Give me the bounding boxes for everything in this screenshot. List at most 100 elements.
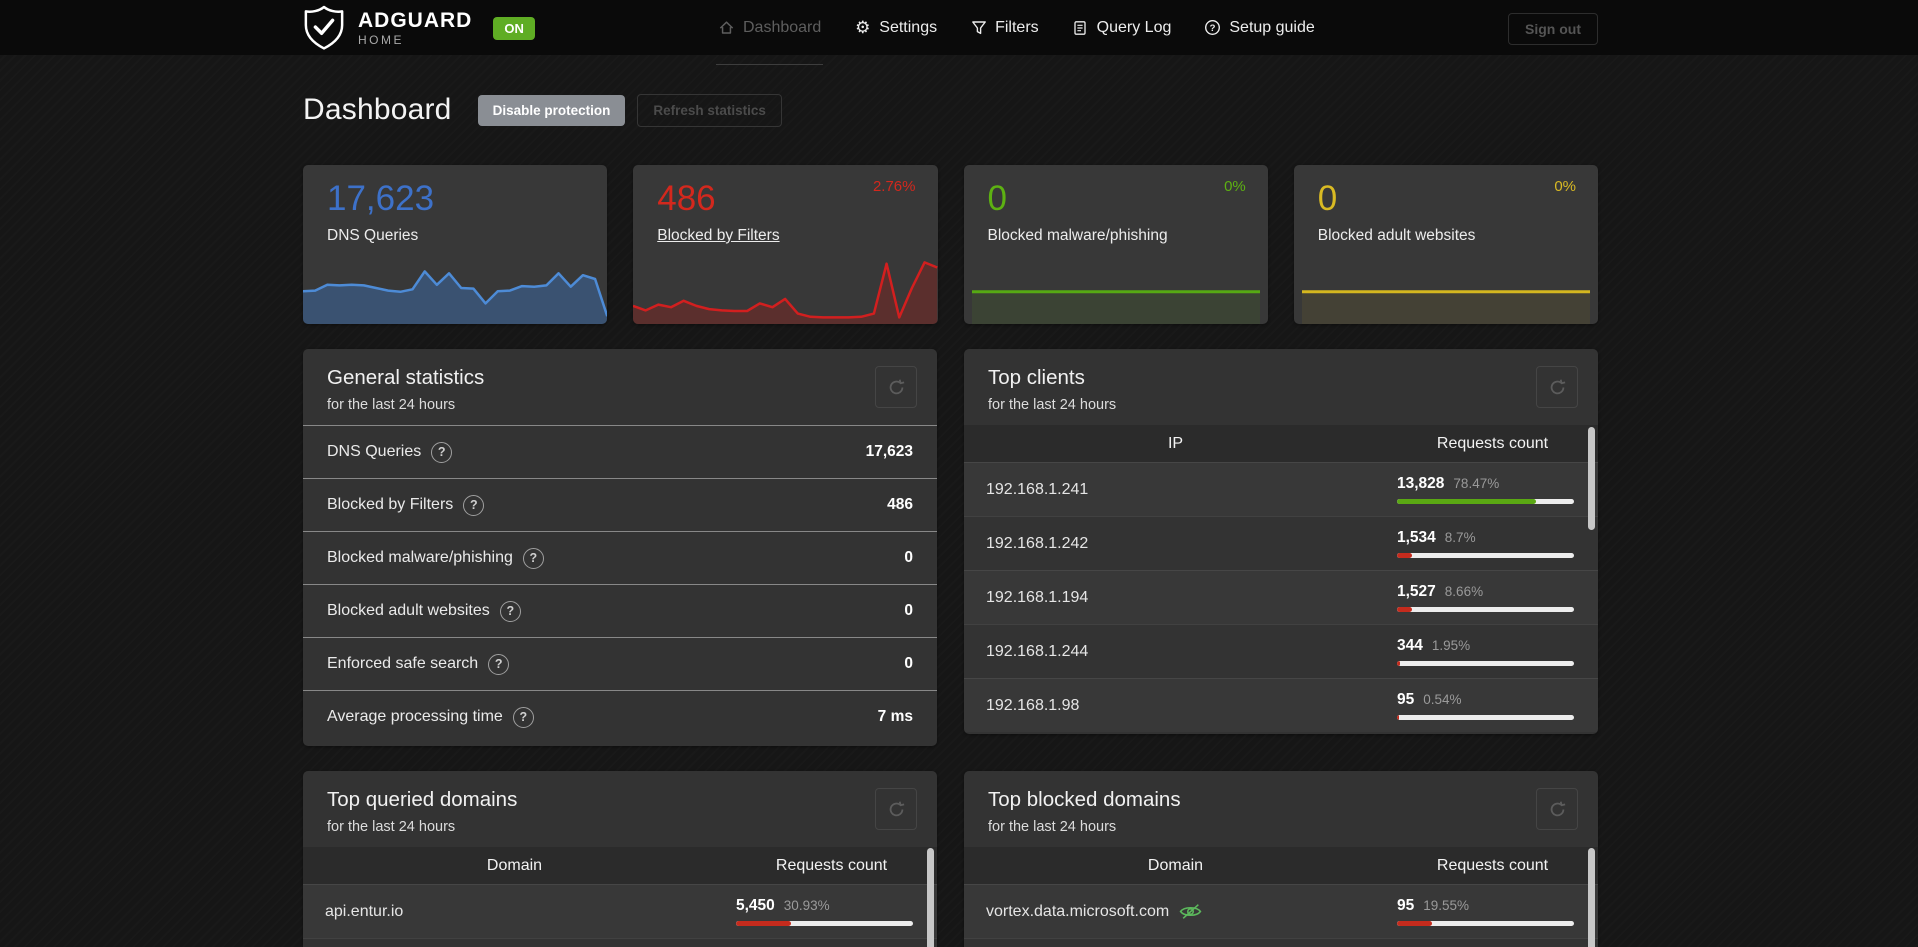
main-nav: Dashboard ⚙ Settings Filters Query Log ?… <box>715 0 1315 65</box>
disable-protection-button[interactable]: Disable protection <box>477 94 626 126</box>
column-header-requests: Requests count <box>775 856 888 874</box>
panel-title: General statistics <box>327 366 485 389</box>
top-navbar: ADGUARD HOME ON Dashboard ⚙ Settings Fil… <box>0 0 1918 65</box>
stat-value: 486 <box>887 496 913 513</box>
home-icon <box>718 19 735 36</box>
client-ip[interactable]: 192.168.1.242 <box>964 535 1387 553</box>
scrollbar-thumb[interactable] <box>927 848 934 947</box>
stat-row: Enforced safe search? 0 <box>303 637 937 690</box>
panel-title: Top queried domains <box>327 788 518 811</box>
refresh-panel-button[interactable] <box>875 366 917 408</box>
help-icon[interactable]: ? <box>463 494 485 516</box>
card-value: 0 <box>987 179 1007 218</box>
help-icon[interactable]: ? <box>499 600 521 622</box>
queried-domain[interactable]: api.entur.io <box>303 903 726 921</box>
blocked-domain[interactable]: vortex.data.microsoft.com <box>986 903 1169 921</box>
gear-icon: ⚙ <box>855 18 871 37</box>
eye-off-icon <box>1179 904 1202 919</box>
stat-label: Blocked by Filters <box>327 496 454 513</box>
client-ip[interactable]: 192.168.1.241 <box>964 481 1387 499</box>
nav-label: Setup guide <box>1229 18 1315 36</box>
progress-bar <box>736 921 913 926</box>
stat-label: DNS Queries <box>327 443 422 460</box>
stat-label: Blocked malware/phishing <box>327 549 513 566</box>
sign-out-button[interactable]: Sign out <box>1508 13 1598 45</box>
top-blocked-table: vortex.data.microsoft.com 95 19.55% <box>964 884 1598 947</box>
adguard-home-dashboard: ADGUARD HOME ON Dashboard ⚙ Settings Fil… <box>0 0 1918 947</box>
nav-item-setup-guide[interactable]: ? Setup guide <box>1204 0 1315 55</box>
refresh-panel-button[interactable] <box>1536 788 1578 830</box>
card-value: 17,623 <box>327 179 435 218</box>
general-statistics-rows: DNS Queries? 17,623 Blocked by Filters? … <box>303 425 937 743</box>
stat-value: 7 ms <box>877 708 913 725</box>
table-row-partial <box>964 938 1598 947</box>
nav-label: Filters <box>995 18 1039 36</box>
column-header-requests: Requests count <box>1436 434 1549 452</box>
request-count: 13,828 <box>1397 475 1445 492</box>
table-header: Domain Requests count <box>303 847 937 884</box>
help-icon[interactable]: ? <box>431 441 453 463</box>
nav-item-settings[interactable]: ⚙ Settings <box>854 0 937 55</box>
question-circle-icon: ? <box>1204 19 1221 36</box>
nav-item-query-log[interactable]: Query Log <box>1072 0 1171 55</box>
help-icon[interactable]: ? <box>488 653 510 675</box>
request-percent: 19.55% <box>1423 898 1470 913</box>
stat-value: 0 <box>904 602 913 619</box>
scrollbar-thumb[interactable] <box>1588 848 1595 947</box>
refresh-icon <box>1550 800 1565 816</box>
client-ip[interactable]: 192.168.1.194 <box>964 589 1387 607</box>
card-percent: 0% <box>1224 178 1246 195</box>
column-header-domain: Domain <box>1147 856 1204 874</box>
document-icon <box>1072 19 1089 36</box>
refresh-panel-button[interactable] <box>1536 366 1578 408</box>
table-row-partial <box>303 938 937 947</box>
stat-value: 0 <box>904 549 913 566</box>
svg-text:?: ? <box>1210 23 1216 34</box>
blocked-filters-sparkline <box>633 250 938 324</box>
card-blocked-by-filters: 486 Blocked by Filters 2.76% <box>633 165 938 324</box>
nav-item-filters[interactable]: Filters <box>970 0 1039 55</box>
blocked-by-filters-link[interactable]: Blocked by Filters <box>657 227 779 245</box>
brand-name: ADGUARD <box>358 9 473 32</box>
card-percent: 0% <box>1554 178 1576 195</box>
panel-title: Top blocked domains <box>988 788 1181 811</box>
panel-title: Top clients <box>988 366 1085 389</box>
stat-row: Blocked malware/phishing? 0 <box>303 531 937 584</box>
client-ip[interactable]: 192.168.1.244 <box>964 643 1387 661</box>
request-count: 1,534 <box>1397 529 1436 546</box>
progress-bar <box>1397 921 1574 926</box>
table-row: 192.168.1.98 95 0.54% <box>964 678 1598 732</box>
general-statistics-panel: General statistics for the last 24 hours… <box>303 349 937 746</box>
stat-value: 0 <box>904 655 913 672</box>
client-ip[interactable]: 192.168.1.98 <box>964 697 1387 715</box>
table-row: 192.168.1.242 1,534 8.7% <box>964 516 1598 570</box>
request-percent: 0.54% <box>1423 692 1462 707</box>
panel-subtitle: for the last 24 hours <box>327 819 456 835</box>
top-queried-domains-panel: Top queried domains for the last 24 hour… <box>303 771 937 947</box>
request-percent: 78.47% <box>1453 476 1500 491</box>
top-clients-table: 192.168.1.241 13,828 78.47% 192.168.1.242… <box>964 462 1598 732</box>
request-count: 95 <box>1397 897 1415 914</box>
stat-row: Blocked adult websites? 0 <box>303 584 937 637</box>
scrollbar-thumb[interactable] <box>1588 427 1595 530</box>
nav-item-dashboard[interactable]: Dashboard <box>715 0 824 65</box>
adguard-logo[interactable]: ADGUARD HOME ON <box>303 5 535 51</box>
table-row: api.entur.io 5,450 30.93% <box>303 884 937 938</box>
help-icon[interactable]: ? <box>522 547 544 569</box>
blocked-adult-sparkline <box>1301 250 1590 324</box>
funnel-icon <box>970 19 987 36</box>
refresh-panel-button[interactable] <box>875 788 917 830</box>
progress-bar <box>1397 607 1574 612</box>
page-title: Dashboard <box>303 93 452 126</box>
request-percent: 30.93% <box>783 898 830 913</box>
brand-sub: HOME <box>358 33 404 47</box>
request-percent: 1.95% <box>1431 638 1471 653</box>
column-header-ip: IP <box>1167 434 1184 452</box>
stat-row: Blocked by Filters? 486 <box>303 478 937 531</box>
panel-subtitle: for the last 24 hours <box>988 819 1117 835</box>
table-header: Domain Requests count <box>964 847 1598 884</box>
refresh-statistics-button[interactable]: Refresh statistics <box>637 93 782 127</box>
card-label: Blocked malware/phishing <box>987 227 1168 244</box>
help-icon[interactable]: ? <box>512 706 534 728</box>
progress-bar <box>1397 715 1574 720</box>
